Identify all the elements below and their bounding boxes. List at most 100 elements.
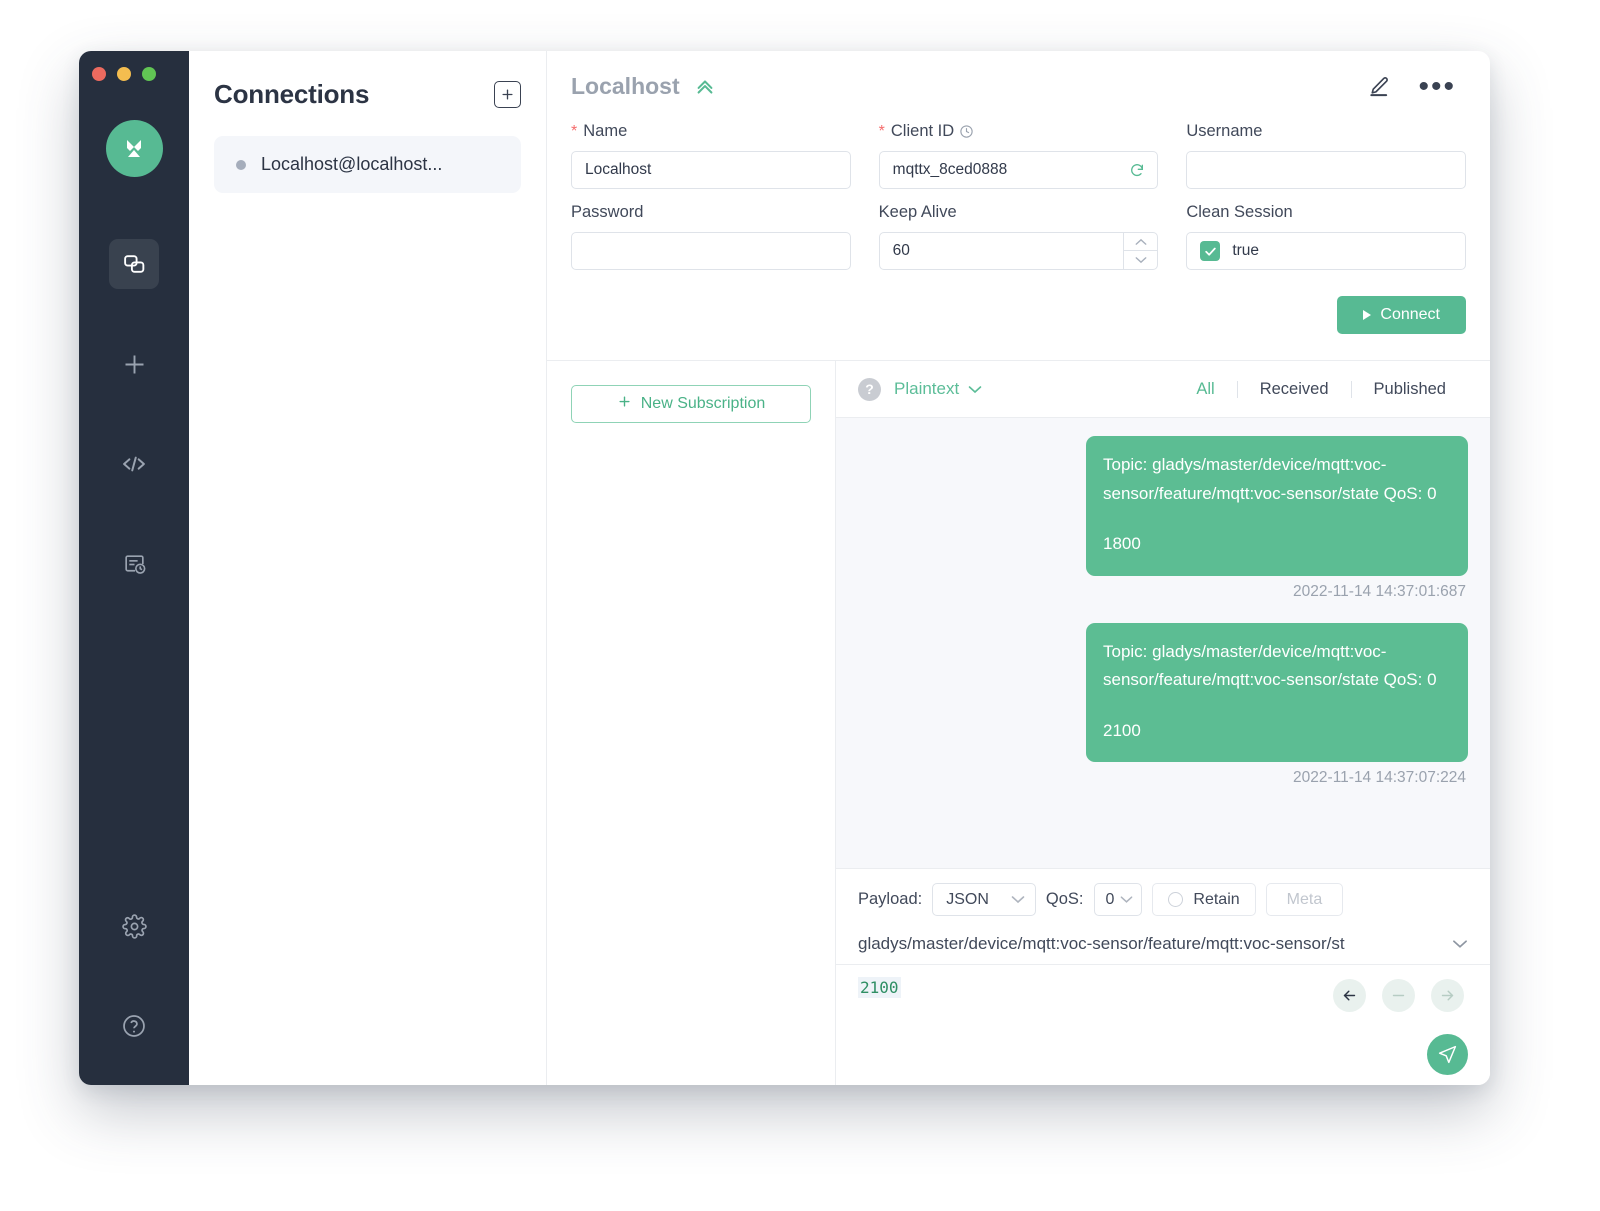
pencil-icon[interactable] xyxy=(1367,75,1390,98)
field-clean-session: Clean Session true xyxy=(1186,203,1466,270)
field-username: Username xyxy=(1186,122,1466,189)
username-input[interactable] xyxy=(1186,151,1466,189)
message-item: Topic: gladys/master/device/mqtt:voc-sen… xyxy=(858,623,1468,788)
tab-received[interactable]: Received xyxy=(1238,380,1351,399)
connection-form-grid: * Name Localhost * Client ID xyxy=(571,122,1466,284)
add-connection-button[interactable] xyxy=(494,81,521,108)
client-id-input-value: mqttx_8ced0888 xyxy=(893,161,1008,179)
minimize-window-button[interactable] xyxy=(117,67,131,81)
field-clean-session-label: Clean Session xyxy=(1186,203,1466,222)
mqttx-logo-icon xyxy=(106,120,163,177)
chevron-down-icon xyxy=(1120,891,1133,909)
name-input[interactable]: Localhost xyxy=(571,151,851,189)
messages-toolbar: ? Plaintext All Received Publ xyxy=(836,361,1490,418)
field-keep-alive-label-text: Keep Alive xyxy=(879,203,957,222)
publish-options-row: Payload: JSON QoS: 0 xyxy=(836,869,1490,928)
field-password: Password xyxy=(571,203,851,270)
connection-form-section: Localhost ••• xyxy=(547,51,1490,361)
play-icon xyxy=(1363,310,1371,320)
minus-icon[interactable] xyxy=(1382,979,1415,1012)
more-horizontal-icon[interactable]: ••• xyxy=(1418,82,1456,92)
arrow-right-icon[interactable] xyxy=(1431,979,1464,1012)
sidebar-item-new-connection[interactable] xyxy=(109,339,159,389)
message-payload: 1800 xyxy=(1103,530,1451,559)
publish-topic-input[interactable]: gladys/master/device/mqtt:voc-sensor/fea… xyxy=(836,928,1490,965)
sidebar-item-settings[interactable] xyxy=(109,901,159,951)
chevron-down-icon[interactable] xyxy=(1452,934,1468,954)
field-clean-session-label-text: Clean Session xyxy=(1186,203,1292,222)
field-keep-alive-label: Keep Alive xyxy=(879,203,1159,222)
sidebar-item-log[interactable] xyxy=(109,539,159,589)
send-paper-plane-icon[interactable] xyxy=(1427,1034,1468,1075)
publish-bar: Payload: JSON QoS: 0 xyxy=(836,868,1490,1085)
message-header: Topic: gladys/master/device/mqtt:voc-sen… xyxy=(1103,451,1451,508)
message-bubble[interactable]: Topic: gladys/master/device/mqtt:voc-sen… xyxy=(1086,436,1468,576)
editor-navigation-group xyxy=(1333,979,1464,1012)
connections-header: Connections xyxy=(214,79,521,110)
new-subscription-label: New Subscription xyxy=(641,395,766,413)
window-traffic-lights xyxy=(92,67,156,81)
meta-button[interactable]: Meta xyxy=(1266,883,1344,916)
payload-label: Payload: xyxy=(858,890,922,909)
message-bubble[interactable]: Topic: gladys/master/device/mqtt:voc-sen… xyxy=(1086,623,1468,763)
sidebar-item-scripts[interactable] xyxy=(109,439,159,489)
clean-session-value: true xyxy=(1232,242,1259,260)
refresh-icon[interactable] xyxy=(1129,162,1145,178)
payload-format-dropdown[interactable]: Plaintext xyxy=(894,379,982,399)
field-client-id-label-text: Client ID xyxy=(891,122,954,141)
field-name-label-text: Name xyxy=(583,122,627,141)
chevron-down-icon xyxy=(1011,891,1025,909)
publish-payload-value: 2100 xyxy=(858,977,901,998)
rail-icon-group xyxy=(79,239,189,639)
connection-form-actions: ••• xyxy=(1367,75,1466,98)
new-subscription-button[interactable]: New Subscription xyxy=(571,385,811,423)
left-rail xyxy=(79,51,189,1085)
publish-qos-select[interactable]: 0 xyxy=(1094,883,1143,916)
maximize-window-button[interactable] xyxy=(142,67,156,81)
field-username-label: Username xyxy=(1186,122,1466,141)
question-mark-icon[interactable]: ? xyxy=(858,378,881,401)
tab-all[interactable]: All xyxy=(1174,380,1236,399)
sidebar-item-connections[interactable] xyxy=(109,239,159,289)
connections-title: Connections xyxy=(214,79,369,110)
publish-payload-format-value: JSON xyxy=(946,891,989,909)
keep-alive-stepper xyxy=(1123,233,1157,269)
field-password-label: Password xyxy=(571,203,851,222)
arrow-left-icon[interactable] xyxy=(1333,979,1366,1012)
messages-toolbar-left: ? Plaintext xyxy=(858,378,982,401)
meta-label: Meta xyxy=(1287,891,1323,909)
retain-toggle[interactable]: Retain xyxy=(1152,883,1255,916)
messages-panel: ? Plaintext All Received Publ xyxy=(836,361,1490,1085)
main-panel: Localhost ••• xyxy=(547,51,1490,1085)
connection-list-item-localhost[interactable]: Localhost@localhost... xyxy=(214,136,521,193)
message-payload: 2100 xyxy=(1103,717,1451,746)
required-asterisk: * xyxy=(879,123,885,141)
chevron-down-icon[interactable] xyxy=(1124,251,1157,269)
plus-icon xyxy=(617,394,632,414)
connect-button[interactable]: Connect xyxy=(1337,296,1466,334)
chevron-down-icon xyxy=(968,379,982,399)
clean-session-checkbox[interactable]: true xyxy=(1186,232,1466,270)
chevron-up-icon[interactable] xyxy=(1124,233,1157,251)
radio-circle-icon xyxy=(1168,892,1183,907)
client-id-input[interactable]: mqttx_8ced0888 xyxy=(879,151,1159,189)
publish-topic-value: gladys/master/device/mqtt:voc-sensor/fea… xyxy=(858,934,1440,954)
connections-panel: Connections Localhost@localhost... xyxy=(189,51,547,1085)
subscriptions-panel: New Subscription xyxy=(547,361,836,1085)
close-window-button[interactable] xyxy=(92,67,106,81)
password-input[interactable] xyxy=(571,232,851,270)
field-name-label: * Name xyxy=(571,122,851,141)
field-password-label-text: Password xyxy=(571,203,643,222)
field-client-id-label: * Client ID xyxy=(879,122,1159,141)
sidebar-item-help[interactable] xyxy=(109,1001,159,1051)
publish-payload-editor[interactable]: 2100 xyxy=(836,965,1490,1085)
tab-published[interactable]: Published xyxy=(1352,380,1468,399)
retain-label: Retain xyxy=(1193,891,1239,909)
chevron-double-up-icon[interactable] xyxy=(694,76,716,98)
message-timestamp: 2022-11-14 14:37:01:687 xyxy=(1293,583,1468,601)
publish-payload-format-select[interactable]: JSON xyxy=(932,883,1036,916)
connection-title: Localhost xyxy=(571,73,680,100)
required-asterisk: * xyxy=(571,123,577,141)
message-list[interactable]: Topic: gladys/master/device/mqtt:voc-sen… xyxy=(836,418,1490,868)
keep-alive-input[interactable]: 60 xyxy=(879,232,1159,270)
